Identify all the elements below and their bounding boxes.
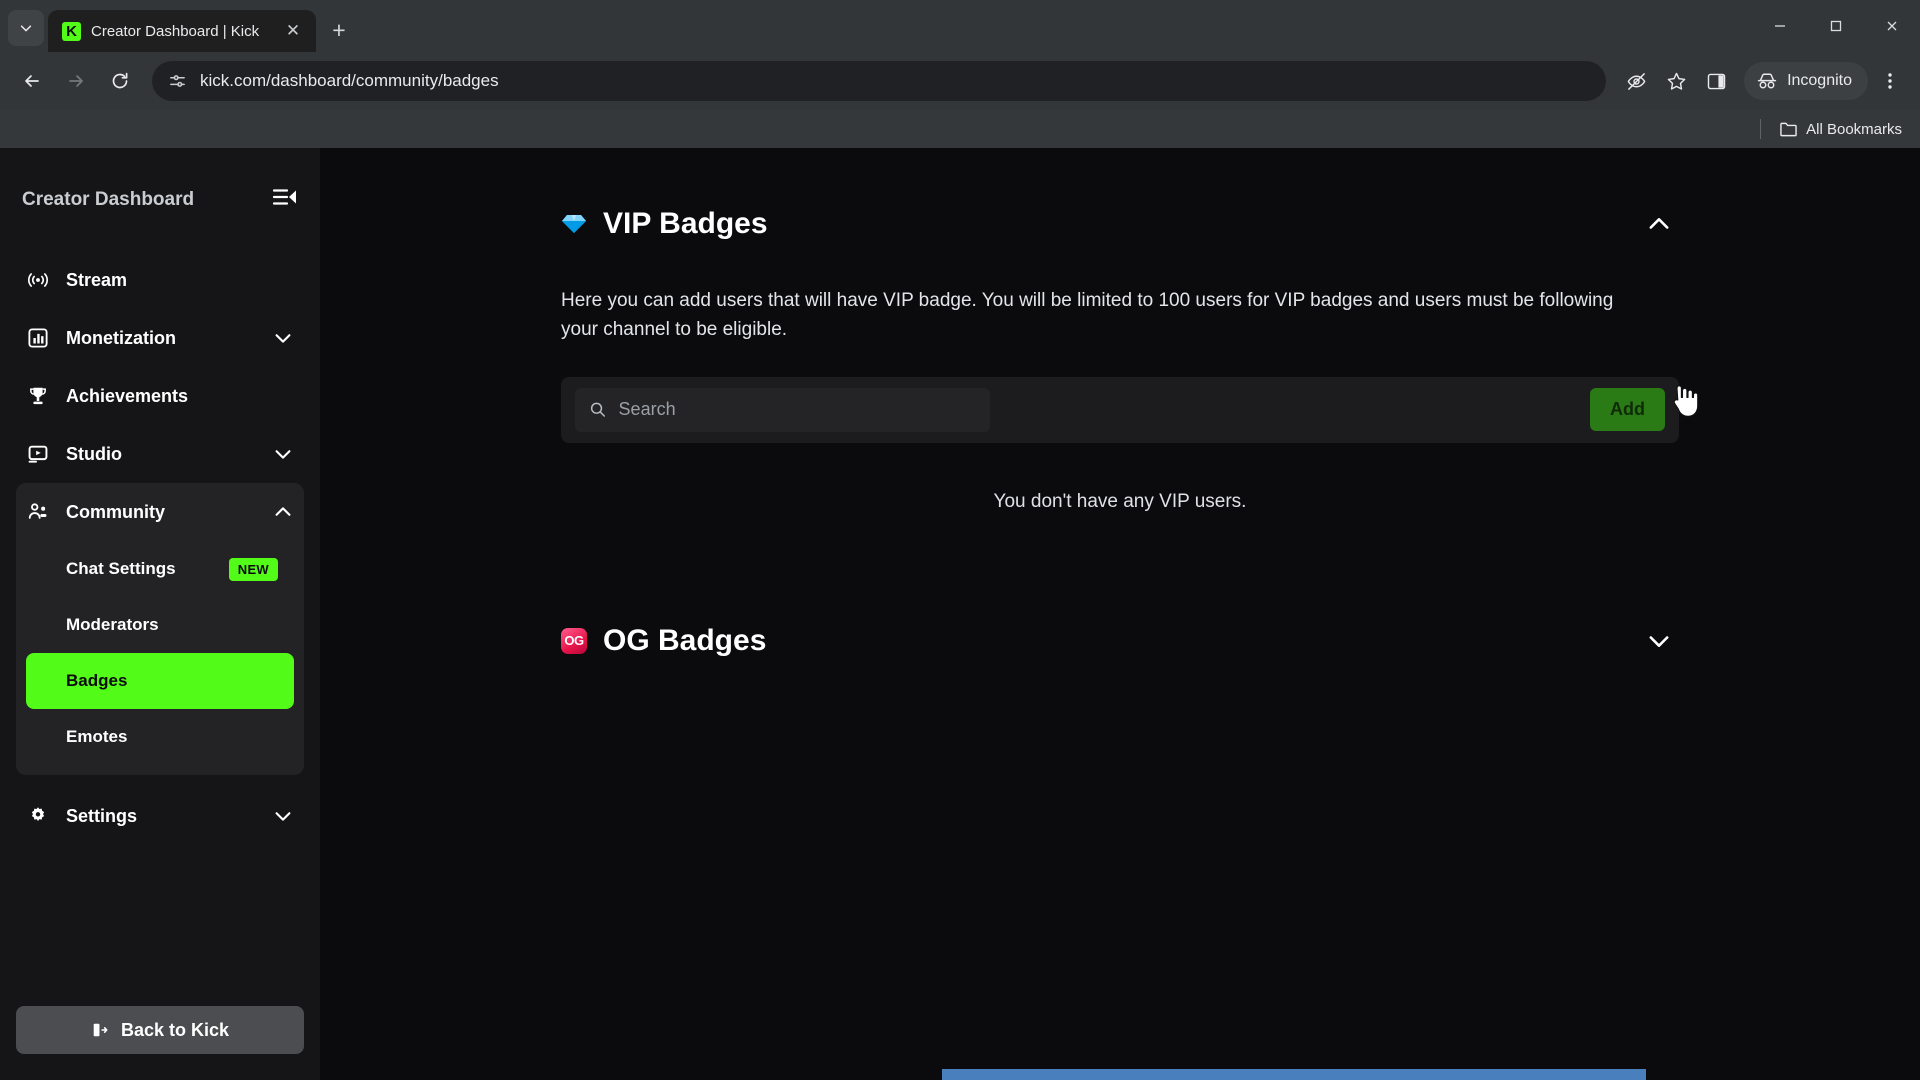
chevron-up-icon[interactable] (272, 501, 294, 523)
folder-icon (1780, 122, 1797, 136)
sidebar-item-stream[interactable]: Stream (16, 251, 304, 309)
sidebar-item-emotes[interactable]: Emotes (26, 709, 294, 765)
sidebar-item-label: Achievements (66, 385, 189, 406)
side-panel-icon[interactable] (1698, 63, 1734, 99)
sidebar-item-label: Community (66, 501, 165, 522)
sidebar-item-label: Stream (66, 269, 128, 290)
og-title: OG Badges (603, 623, 767, 657)
sidebar-header: Creator Dashboard (16, 148, 304, 213)
sidebar-subitem-label: Badges (66, 671, 128, 690)
new-tab-button[interactable]: + (322, 13, 356, 47)
back-to-kick-button[interactable]: Back to Kick (16, 1006, 304, 1054)
users-icon (26, 501, 50, 523)
exit-icon (93, 1023, 108, 1037)
minimize-icon[interactable] (1752, 0, 1808, 52)
chevron-down-icon[interactable] (272, 327, 294, 349)
og-badge-icon: OG (561, 627, 587, 654)
vip-empty-state: You don't have any VIP users. (993, 490, 1247, 512)
new-badge: NEW (228, 557, 278, 581)
sidebar-nav: Stream Monetization Achievements Studio … (16, 251, 304, 845)
sidebar-item-label: Studio (66, 443, 122, 464)
page-title: VIP Badges (603, 207, 768, 240)
collapse-sidebar-icon[interactable] (272, 186, 298, 213)
sidebar-item-chat-settings[interactable]: Chat Settings NEW (26, 541, 294, 597)
sidebar-subitem-label: Chat Settings (66, 559, 176, 578)
back-to-kick-label: Back to Kick (120, 1019, 230, 1040)
vip-badges-header[interactable]: VIP Badges (555, 204, 1685, 244)
og-title-group: OG OG Badges (561, 624, 766, 658)
close-window-icon[interactable] (1864, 0, 1920, 52)
sidebar-title: Creator Dashboard (22, 188, 195, 210)
eye-crossed-icon[interactable] (1618, 63, 1654, 99)
gem-icon (561, 213, 587, 235)
maximize-icon[interactable] (1808, 0, 1864, 52)
broadcast-icon (26, 269, 50, 291)
bookmarks-divider (1760, 119, 1762, 139)
tab-title: Creator Dashboard | Kick (91, 22, 260, 40)
sidebar-item-monetization[interactable]: Monetization (16, 309, 304, 367)
search-input-wrapper[interactable] (575, 387, 990, 432)
star-icon[interactable] (1658, 63, 1694, 99)
bar-chart-icon (26, 327, 50, 349)
window-controls (1752, 0, 1920, 52)
all-bookmarks-button[interactable]: All Bookmarks (1779, 121, 1902, 138)
three-dot-menu-icon[interactable] (1872, 63, 1908, 99)
bookmarks-bar: All Bookmarks (0, 110, 1920, 148)
all-bookmarks-label: All Bookmarks (1806, 120, 1902, 138)
tab-search-button[interactable] (8, 10, 44, 46)
chevron-down-icon (20, 25, 32, 32)
vip-title-group: VIP Badges (561, 207, 768, 241)
browser-window: K Creator Dashboard | Kick ✕ + kick.com/… (0, 0, 1920, 1080)
sidebar: Creator Dashboard Stream Monetization Ac… (0, 148, 320, 1080)
chevron-down-icon[interactable] (272, 443, 294, 465)
badges-page: VIP Badges Here you can add users that w… (555, 148, 1685, 661)
reload-icon[interactable] (100, 61, 140, 101)
gear-icon (26, 805, 50, 827)
video-panel-icon (26, 443, 50, 465)
search-icon (590, 402, 606, 418)
back-arrow-icon[interactable] (12, 61, 52, 101)
sidebar-subitem-label: Emotes (66, 727, 128, 746)
kick-favicon: K (62, 21, 81, 41)
horizontal-scrollbar[interactable] (640, 1067, 1920, 1080)
main-content: VIP Badges Here you can add users that w… (320, 148, 1920, 1080)
incognito-indicator[interactable]: Incognito (1744, 62, 1868, 100)
incognito-icon (1757, 73, 1777, 89)
site-settings-icon[interactable] (166, 70, 188, 92)
close-tab-icon[interactable]: ✕ (280, 18, 306, 44)
sidebar-item-achievements[interactable]: Achievements (16, 367, 304, 425)
sidebar-item-community[interactable]: Community (16, 483, 304, 541)
forward-arrow-icon[interactable] (56, 61, 96, 101)
sidebar-item-label: Monetization (66, 327, 176, 348)
vip-collapse-chevron-up-icon[interactable] (1639, 204, 1679, 244)
og-badges-header[interactable]: OG OG Badges (555, 621, 1685, 661)
tab-strip: K Creator Dashboard | Kick ✕ + (0, 0, 1920, 52)
sidebar-item-settings[interactable]: Settings (16, 787, 304, 845)
vip-description: Here you can add users that will have VI… (561, 290, 1614, 341)
vip-search-panel: Add (561, 376, 1679, 443)
sidebar-subitem-label: Moderators (66, 615, 159, 634)
sidebar-item-label: Settings (66, 805, 138, 826)
sidebar-item-studio[interactable]: Studio (16, 425, 304, 483)
browser-toolbar: kick.com/dashboard/community/badges Inco… (0, 52, 1920, 110)
sidebar-item-badges[interactable]: Badges (26, 653, 294, 709)
og-expand-chevron-down-icon[interactable] (1639, 621, 1679, 661)
chevron-down-icon[interactable] (272, 805, 294, 827)
add-vip-button[interactable]: Add (1590, 388, 1665, 432)
browser-tab[interactable]: K Creator Dashboard | Kick ✕ (48, 10, 316, 52)
url-text: kick.com/dashboard/community/badges (200, 71, 499, 90)
trophy-icon (26, 385, 50, 407)
search-input[interactable] (618, 399, 976, 421)
page-body: Creator Dashboard Stream Monetization Ac… (0, 148, 1920, 1080)
sidebar-group-community: Community Chat Settings NEW Moderators B… (16, 483, 304, 775)
incognito-label: Incognito (1787, 72, 1852, 89)
scrollbar-thumb[interactable] (942, 1069, 1646, 1080)
address-bar[interactable]: kick.com/dashboard/community/badges (152, 61, 1607, 101)
sidebar-item-moderators[interactable]: Moderators (26, 597, 294, 653)
